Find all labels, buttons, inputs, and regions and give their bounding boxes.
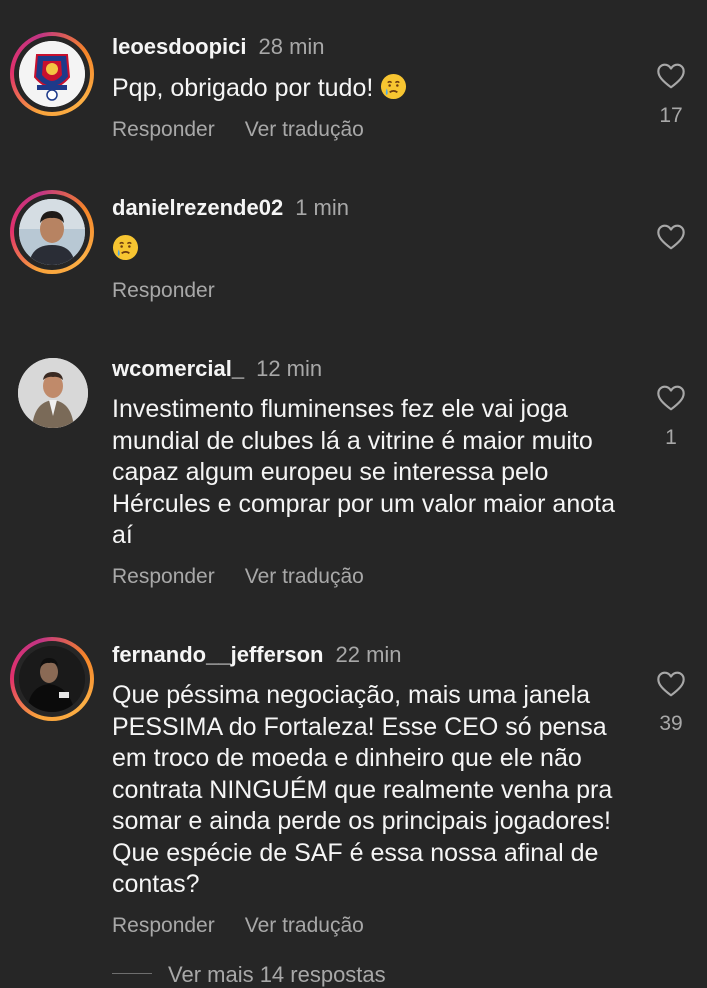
profile-photo	[18, 358, 88, 428]
like-count: 39	[659, 712, 683, 735]
heart-outline-icon[interactable]	[654, 382, 688, 414]
avatar	[19, 41, 85, 107]
avatar-story-ring[interactable]	[10, 637, 94, 721]
username[interactable]: wcomercial_	[112, 356, 244, 381]
comment-text: Pqp, obrigado por tudo!	[112, 74, 374, 102]
reply-button[interactable]: Responder	[112, 279, 215, 302]
crying-face-emoji	[381, 73, 407, 100]
profile-photo	[19, 646, 85, 712]
crying-face-emoji	[112, 234, 139, 261]
reply-button[interactable]: Responder	[112, 914, 215, 937]
reply-button[interactable]: Responder	[112, 118, 215, 141]
avatar	[19, 646, 85, 712]
see-translation-button[interactable]: Ver tradução	[245, 914, 364, 937]
heart-outline-icon[interactable]	[654, 221, 688, 253]
username[interactable]: fernando__jefferson	[112, 642, 324, 667]
see-translation-button[interactable]: Ver tradução	[245, 565, 364, 588]
timestamp: 22 min	[335, 642, 402, 667]
timestamp: 12 min	[256, 356, 323, 381]
view-more-replies-button[interactable]: Ver mais 14 respostas	[168, 962, 386, 988]
comment-text: Que péssima negociação, mais uma janela …	[112, 681, 613, 898]
avatar-story-ring[interactable]	[10, 190, 94, 274]
heart-outline-icon[interactable]	[654, 60, 688, 92]
like-count: 1	[665, 426, 677, 449]
profile-photo	[19, 199, 85, 265]
timestamp: 28 min	[258, 34, 325, 59]
username[interactable]: leoesdoopici	[112, 34, 246, 59]
divider	[112, 973, 152, 974]
comment-text: Investimento fluminenses fez ele vai jog…	[112, 395, 615, 549]
see-translation-button[interactable]: Ver tradução	[245, 118, 364, 141]
club-crest-logo	[19, 41, 85, 107]
like-count: 17	[659, 104, 683, 127]
username[interactable]: danielrezende02	[112, 195, 283, 220]
avatar-story-ring[interactable]	[10, 32, 94, 116]
avatar[interactable]	[18, 358, 88, 428]
reply-button[interactable]: Responder	[112, 565, 215, 588]
timestamp: 1 min	[295, 195, 349, 220]
heart-outline-icon[interactable]	[654, 668, 688, 700]
avatar	[19, 199, 85, 265]
